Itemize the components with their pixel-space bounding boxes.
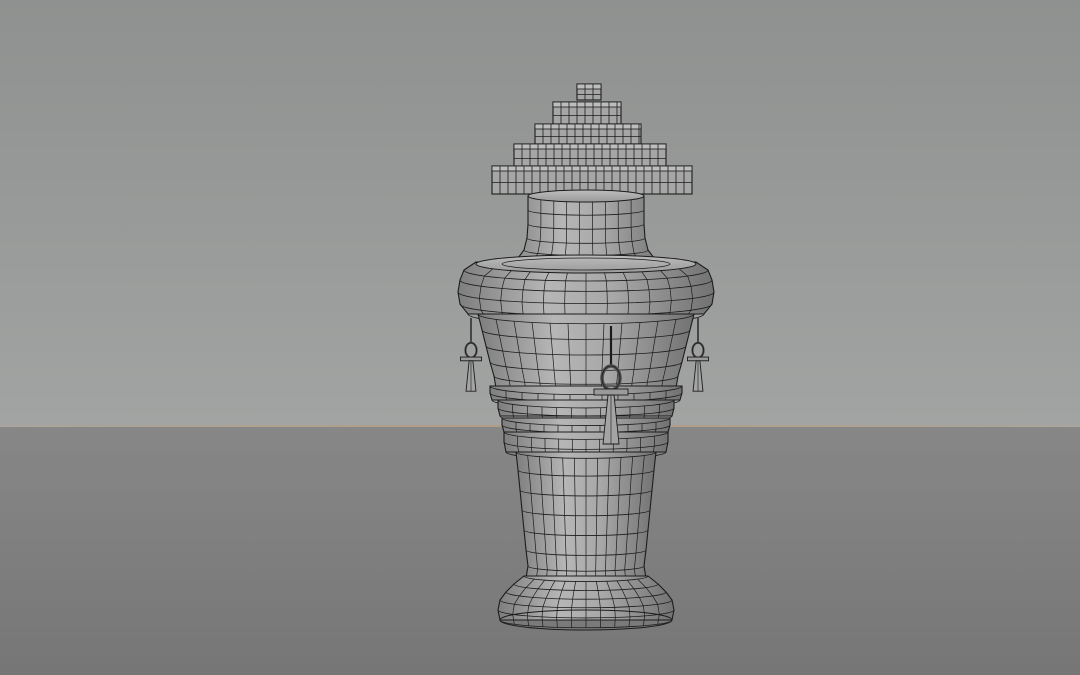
lid-tier-2 <box>552 101 622 125</box>
ankh-left <box>460 318 482 392</box>
stepped-lid <box>491 83 693 195</box>
urn-bands <box>489 385 683 460</box>
urn-lower-body <box>515 451 657 584</box>
urn-upper-body <box>477 313 695 397</box>
urn-model[interactable] <box>0 0 1080 675</box>
lid-tier-3 <box>534 123 642 145</box>
lid-tier-4 <box>513 143 667 169</box>
urn-foot <box>497 575 675 631</box>
neck-mesh <box>503 195 669 265</box>
lid-tier-1 <box>576 83 602 101</box>
3d-viewport[interactable] <box>0 0 1080 675</box>
neck-rim <box>527 189 645 203</box>
